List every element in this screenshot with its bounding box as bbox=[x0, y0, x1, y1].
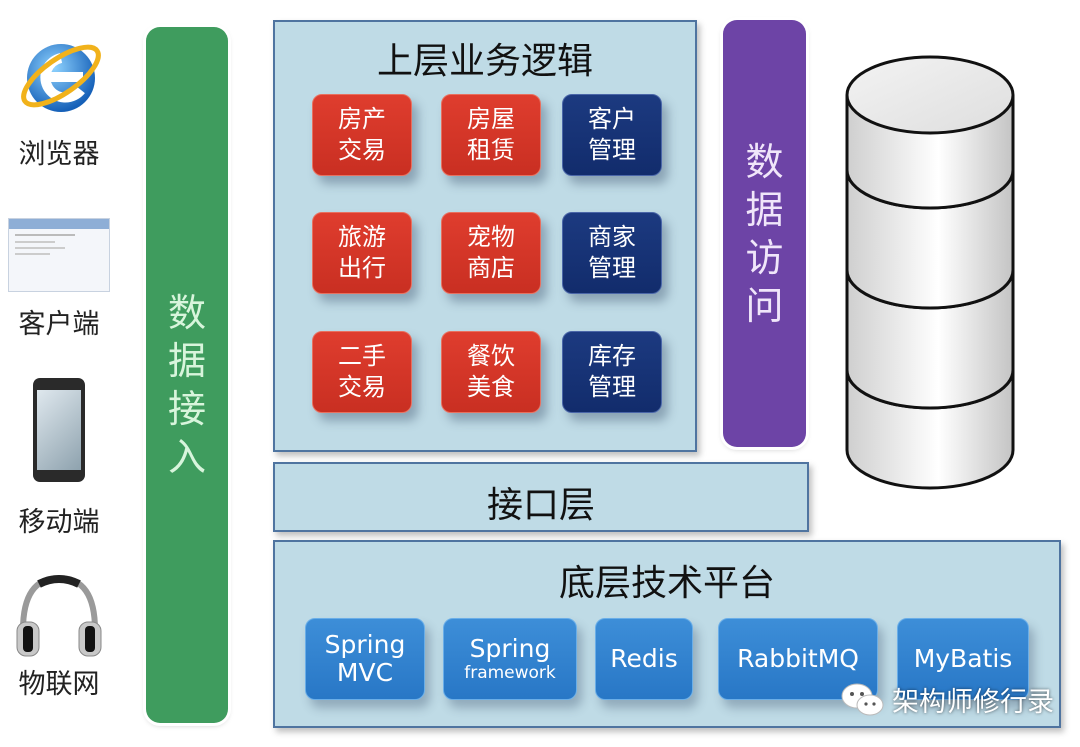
module-line1: 库存 bbox=[588, 342, 636, 370]
module-line2: 租赁 bbox=[467, 136, 515, 164]
business-module-tile: 餐饮 美食 bbox=[441, 331, 541, 413]
data-ingestion-bar: 数据接入 bbox=[146, 27, 228, 723]
module-line1: 旅游 bbox=[338, 223, 386, 251]
data-access-bar: 数据访问 bbox=[723, 20, 806, 447]
tech-name: Spring bbox=[324, 630, 406, 659]
data-ingestion-label: 数据接入 bbox=[167, 291, 206, 479]
client-mobile: 移动端 bbox=[0, 378, 118, 539]
business-module-tile: 二手 交易 bbox=[312, 331, 412, 413]
module-line1: 房屋 bbox=[467, 105, 515, 133]
module-line2: 管理 bbox=[588, 254, 636, 282]
tech-subname: framework bbox=[464, 663, 556, 683]
client-label: 浏览器 bbox=[18, 139, 100, 170]
platform-title: 底层技术平台 bbox=[558, 563, 775, 604]
watermark: 架构师修行录 bbox=[840, 680, 1054, 719]
business-module-tile: 客户 管理 bbox=[562, 94, 662, 176]
tech-stack-tile: Spring framework bbox=[443, 618, 577, 700]
client-iot: 物联网 bbox=[0, 570, 118, 701]
module-line1: 二手 bbox=[338, 342, 386, 370]
tech-stack-tile: Redis bbox=[595, 618, 693, 700]
module-line1: 商家 bbox=[588, 223, 636, 251]
tech-name: Redis bbox=[610, 644, 678, 673]
smartphone-icon bbox=[33, 378, 85, 482]
module-line2: 交易 bbox=[338, 373, 386, 401]
business-logic-title: 上层业务逻辑 bbox=[376, 41, 593, 82]
database-cylinder-icon bbox=[840, 40, 1020, 520]
module-line1: 宠物 bbox=[467, 223, 515, 251]
tech-name: RabbitMQ bbox=[737, 644, 859, 673]
module-line2: 商店 bbox=[467, 254, 515, 282]
client-browser: 浏览器 bbox=[0, 30, 118, 171]
business-module-tile: 库存 管理 bbox=[562, 331, 662, 413]
business-module-tile: 房产 交易 bbox=[312, 94, 412, 176]
client-label: 移动端 bbox=[18, 507, 100, 538]
wechat-icon bbox=[841, 683, 884, 715]
headphones-icon bbox=[11, 570, 107, 660]
module-line2: 交易 bbox=[338, 136, 386, 164]
module-line2: 美食 bbox=[467, 373, 515, 401]
business-module-tile: 旅游 出行 bbox=[312, 212, 412, 294]
watermark-text: 架构师修行录 bbox=[892, 687, 1054, 718]
business-module-tile: 宠物 商店 bbox=[441, 212, 541, 294]
interface-layer-title: 接口层 bbox=[486, 485, 595, 526]
tech-subname: MVC bbox=[336, 658, 394, 687]
client-desktop: 客户端 bbox=[0, 218, 118, 341]
client-label: 物联网 bbox=[18, 669, 100, 700]
data-access-label: 数据访问 bbox=[745, 140, 784, 328]
business-logic-panel: 上层业务逻辑 房产 交易 房屋 租赁 客户 管理 旅游 出行 宠物 商店 商家 管理 二手 交易 餐饮 美食库… bbox=[273, 20, 697, 452]
desktop-client-icon bbox=[8, 218, 110, 292]
tech-name: MyBatis bbox=[913, 644, 1013, 673]
module-line1: 客户 bbox=[588, 105, 636, 133]
tech-name: Spring bbox=[469, 634, 551, 663]
client-label: 客户端 bbox=[18, 309, 100, 340]
business-module-tile: 房屋 租赁 bbox=[441, 94, 541, 176]
module-line1: 房产 bbox=[338, 105, 386, 133]
tech-stack-tile: Spring MVC bbox=[305, 618, 425, 700]
ie-browser-icon bbox=[13, 30, 105, 122]
module-line2: 管理 bbox=[588, 136, 636, 164]
module-line2: 出行 bbox=[338, 254, 386, 282]
module-line2: 管理 bbox=[588, 373, 636, 401]
interface-layer-panel: 接口层 bbox=[273, 462, 809, 532]
module-line1: 餐饮 bbox=[467, 342, 515, 370]
business-module-tile: 商家 管理 bbox=[562, 212, 662, 294]
